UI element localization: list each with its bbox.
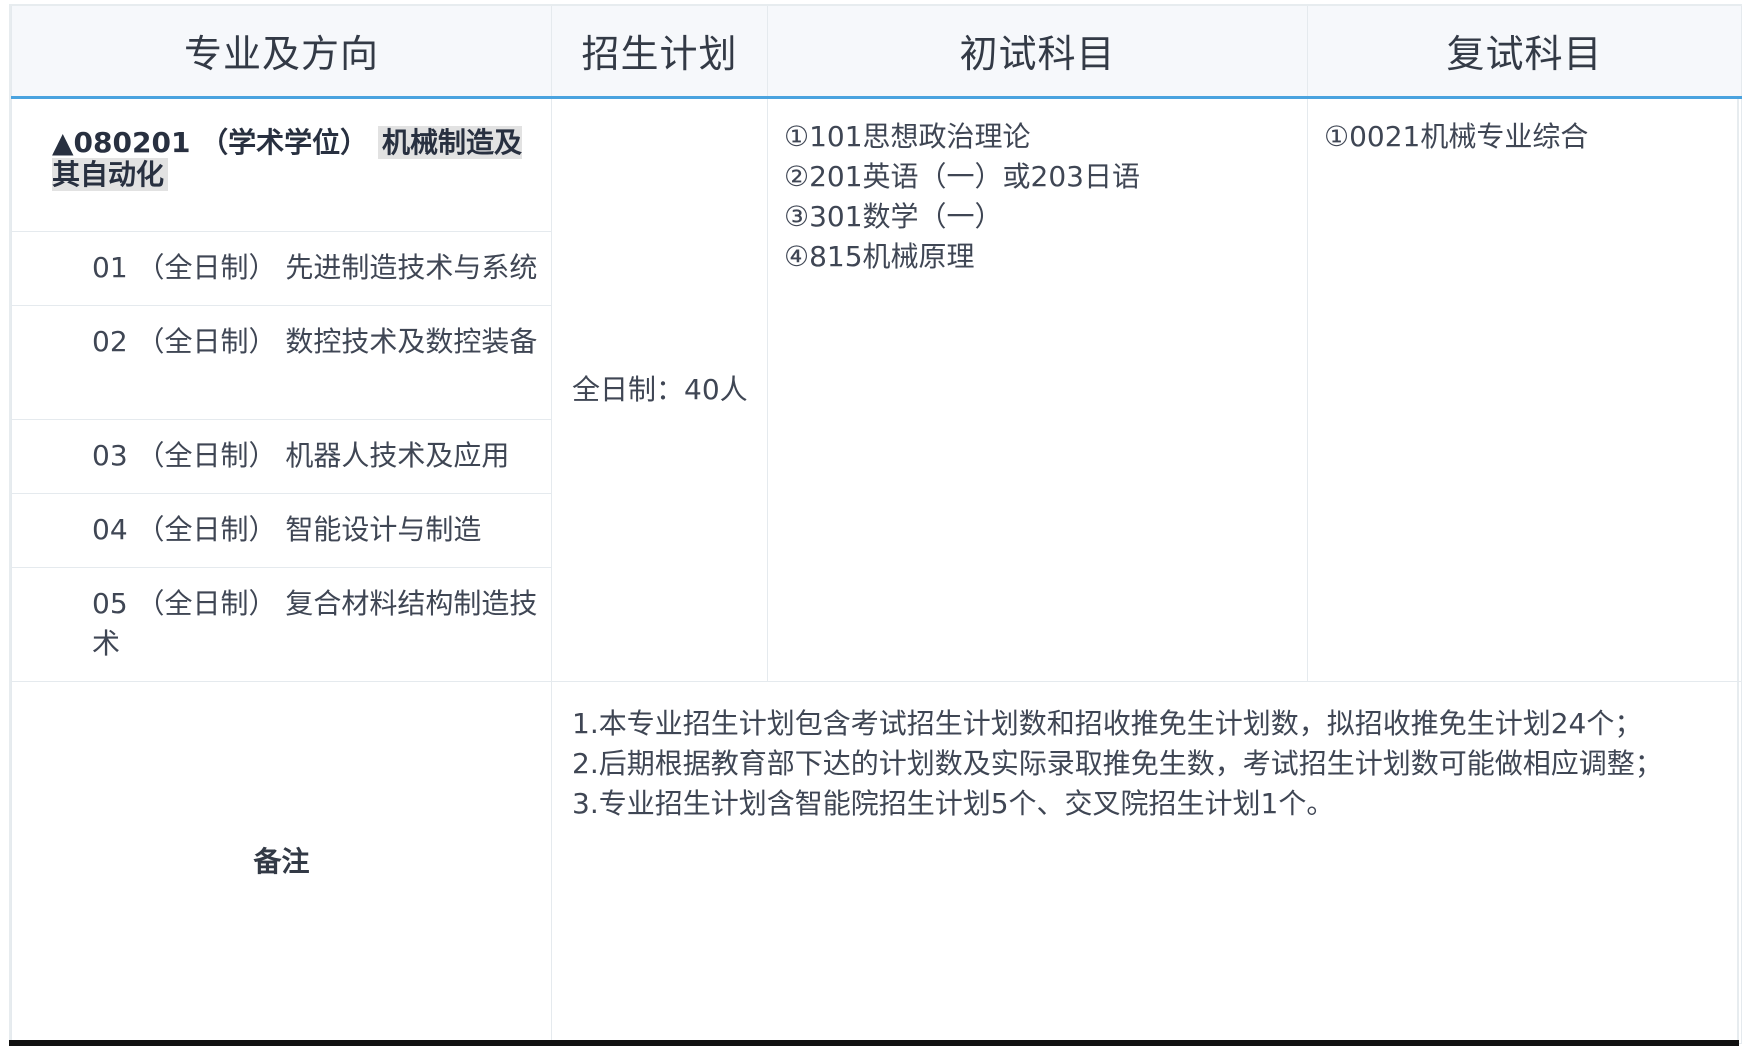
- header-enrollment-plan: 招生计划: [551, 4, 768, 99]
- direction-item: 04 （全日制） 智能设计与制造: [11, 492, 552, 568]
- admission-table: 专业及方向 招生计划 初试科目 复试科目 ▲080201 （学术学位） 机械制造…: [11, 4, 1742, 1044]
- direction-item: 03 （全日制） 机器人技术及应用: [11, 418, 552, 494]
- remarks-content: 1.本专业招生计划包含考试招生计划数和招收推免生计划数，拟招收推免生计划24个；…: [551, 680, 1742, 1044]
- initial-subjects-cell: ①101思想政治理论 ②201英语（一）或203日语 ③301数学（一） ④81…: [767, 96, 1308, 682]
- initial-subject-item: ④815机械原理: [784, 239, 975, 273]
- retest-subject-item: ①0021机械专业综合: [1324, 119, 1589, 153]
- table-header-row: 专业及方向 招生计划 初试科目 复试科目: [11, 4, 1742, 99]
- enrollment-plan-cell: 全日制：40人: [551, 96, 768, 682]
- direction-item: 02 （全日制） 数控技术及数控装备: [11, 304, 552, 420]
- admission-table-container: 专业及方向 招生计划 初试科目 复试科目 ▲080201 （学术学位） 机械制造…: [9, 4, 1742, 1044]
- initial-subject-item: ①101思想政治理论: [784, 119, 1031, 153]
- remark-item: 3.专业招生计划含智能院招生计划5个、交叉院招生计划1个。: [572, 786, 1335, 820]
- header-major-direction: 专业及方向: [11, 4, 552, 99]
- initial-subject-item: ③301数学（一）: [784, 199, 1003, 233]
- major-cell: ▲080201 （学术学位） 机械制造及其自动化: [11, 96, 552, 232]
- remarks-row: 备注 1.本专业招生计划包含考试招生计划数和招收推免生计划数，拟招收推免生计划2…: [11, 680, 1742, 1044]
- remark-item: 1.本专业招生计划包含考试招生计划数和招收推免生计划数，拟招收推免生计划24个；: [572, 706, 1643, 740]
- table-row: ▲080201 （学术学位） 机械制造及其自动化 全日制：40人 ①101思想政…: [11, 96, 1742, 682]
- remark-item: 2.后期根据教育部下达的计划数及实际录取推免生数，考试招生计划数可能做相应调整；: [572, 746, 1663, 780]
- header-retest-subjects: 复试科目: [1307, 4, 1742, 99]
- retest-subjects-cell: ①0021机械专业综合: [1307, 96, 1742, 682]
- bottom-edge-bar: [9, 1040, 1739, 1046]
- direction-item: 05 （全日制） 复合材料结构制造技术: [11, 566, 552, 682]
- remarks-label: 备注: [11, 680, 552, 1044]
- major-code: ▲080201 （学术学位）: [52, 125, 378, 159]
- header-initial-exam-subjects: 初试科目: [767, 4, 1308, 99]
- direction-item: 01 （全日制） 先进制造技术与系统: [11, 230, 552, 306]
- initial-subject-item: ②201英语（一）或203日语: [784, 159, 1140, 193]
